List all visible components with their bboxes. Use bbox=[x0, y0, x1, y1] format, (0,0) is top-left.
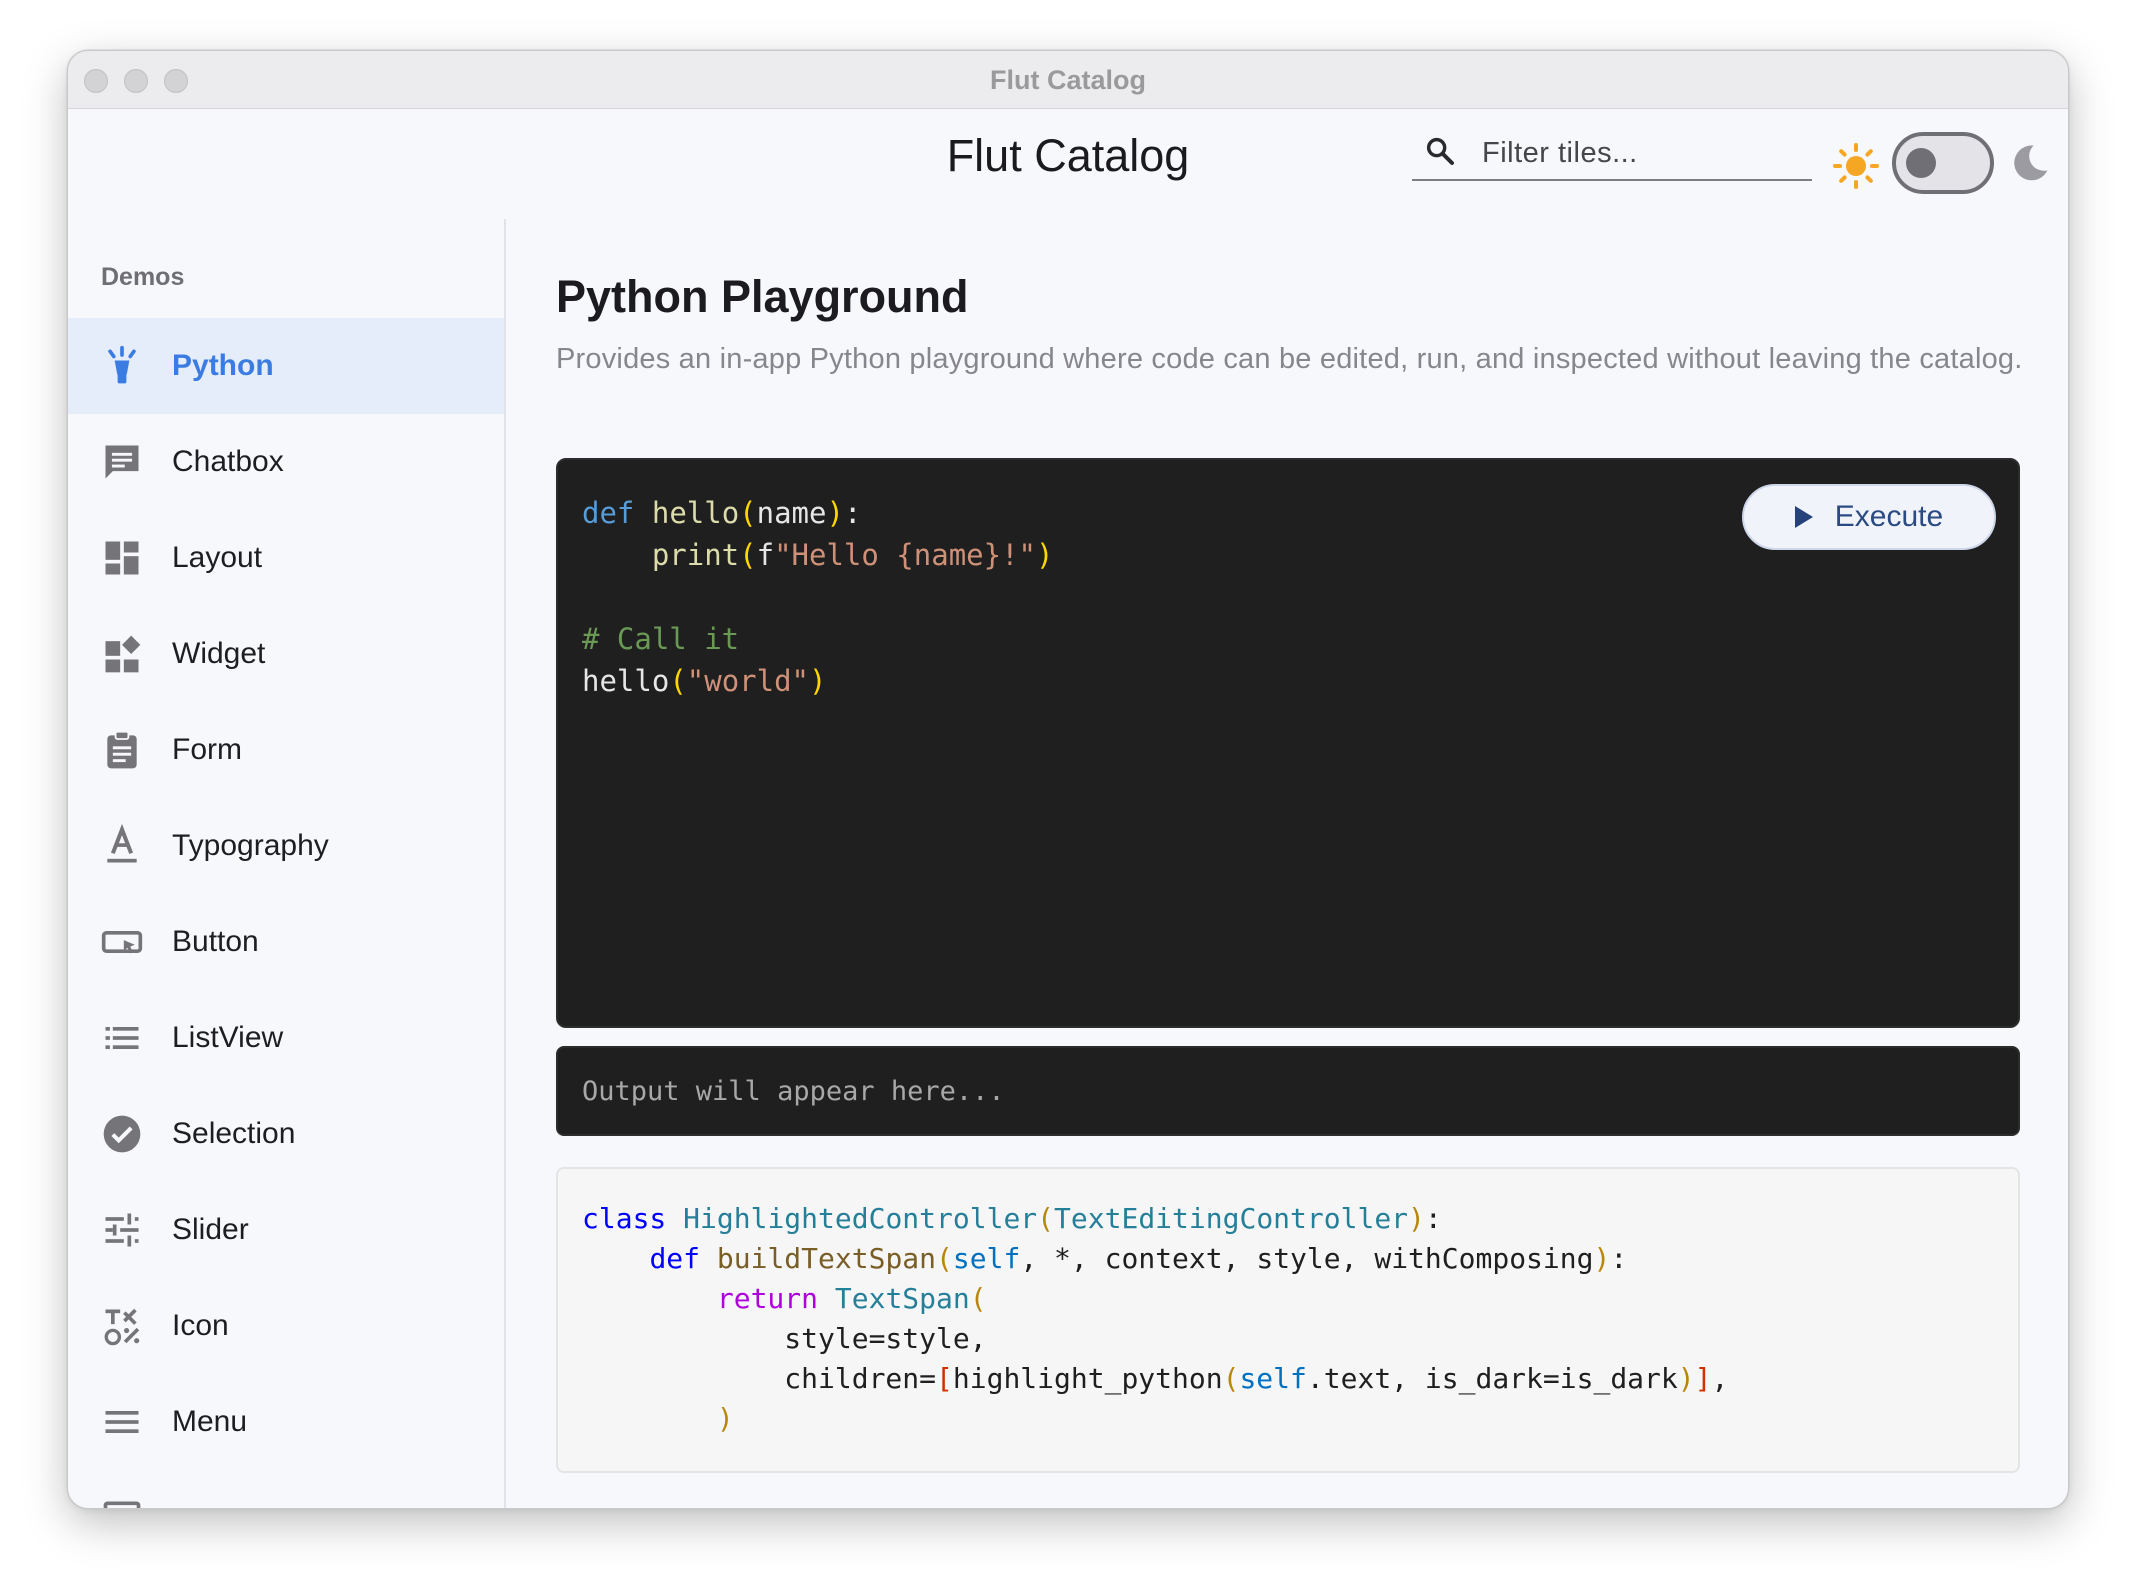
python-icon bbox=[108, 345, 136, 384]
chat-icon bbox=[105, 445, 139, 479]
play-icon bbox=[1794, 506, 1813, 528]
tune-icon bbox=[105, 1213, 139, 1247]
filter-search[interactable] bbox=[1412, 129, 1812, 181]
sidebar-item-label: Chatbox bbox=[172, 445, 284, 478]
menu-icon bbox=[105, 1411, 139, 1433]
sidebar-section-title: Demos bbox=[101, 263, 185, 291]
sidebar-item-label: Python bbox=[172, 349, 274, 382]
text-format-icon bbox=[107, 824, 137, 863]
sidebar-item-button[interactable]: Button bbox=[68, 894, 504, 990]
sidebar-nav: Python Chatbox Layout Widget Form Typogr… bbox=[68, 318, 504, 1508]
symbols-icon bbox=[104, 1308, 140, 1346]
dashboard-icon bbox=[105, 541, 139, 575]
sidebar-item-layout[interactable]: Layout bbox=[68, 510, 504, 606]
sidebar-item-icon[interactable]: Icon bbox=[68, 1278, 504, 1374]
sidebar-item-label: Widget bbox=[172, 637, 266, 670]
moon-icon bbox=[2014, 145, 2048, 181]
main-content: Python Playground Provides an in-app Pyt… bbox=[556, 219, 2022, 1508]
output-panel: Output will appear here... bbox=[556, 1046, 2020, 1136]
sidebar-item-python[interactable]: Python bbox=[68, 318, 504, 414]
editor-code[interactable]: def hello(name): print(f"Hello {name}!")… bbox=[582, 492, 1053, 702]
sidebar-item-partial[interactable] bbox=[68, 1470, 504, 1508]
widgets-icon bbox=[105, 635, 141, 673]
page-title: Python Playground bbox=[556, 271, 969, 322]
clipboard-icon bbox=[107, 730, 137, 769]
sidebar-item-label: Form bbox=[172, 733, 242, 766]
sidebar-item-slider[interactable]: Slider bbox=[68, 1182, 504, 1278]
search-icon bbox=[1426, 137, 1454, 165]
toggle-knob bbox=[1906, 148, 1936, 178]
snippet-code: class HighlightedController(TextEditingC… bbox=[582, 1202, 1729, 1435]
page-description: Provides an in-app Python playground whe… bbox=[556, 343, 2023, 375]
sidebar-item-label: Typography bbox=[172, 829, 329, 862]
execute-button[interactable]: Execute bbox=[1742, 484, 1996, 550]
check-circle-icon bbox=[103, 1115, 141, 1153]
window-title: Flut Catalog bbox=[990, 65, 1146, 95]
sidebar-item-label: Button bbox=[172, 925, 259, 958]
sidebar-item-selection[interactable]: Selection bbox=[68, 1086, 504, 1182]
sidebar-item-label: Menu bbox=[172, 1405, 248, 1438]
sidebar-item-chatbox[interactable]: Chatbox bbox=[68, 414, 504, 510]
sidebar-item-label: ListView bbox=[172, 1021, 284, 1054]
sidebar-item-label: Slider bbox=[172, 1213, 249, 1246]
code-snippet: class HighlightedController(TextEditingC… bbox=[556, 1167, 2020, 1473]
sidebar-item-label: Selection bbox=[172, 1117, 296, 1150]
theme-toggle[interactable] bbox=[1892, 132, 1994, 194]
sidebar-item-label: Icon bbox=[172, 1309, 229, 1342]
sidebar-item-widget[interactable]: Widget bbox=[68, 606, 504, 702]
execute-label: Execute bbox=[1834, 500, 1944, 533]
sun-icon bbox=[1833, 143, 1879, 189]
output-placeholder: Output will appear here... bbox=[582, 1076, 1005, 1107]
sidebar-item-typography[interactable]: Typography bbox=[68, 798, 504, 894]
sidebar-item-form[interactable]: Form bbox=[68, 702, 504, 798]
sidebar-item-menu[interactable]: Menu bbox=[68, 1374, 504, 1470]
list-icon bbox=[105, 1027, 139, 1049]
sidebar-item-listview[interactable]: ListView bbox=[68, 990, 504, 1086]
sidebar: Demos Python Chatbox Layout Widget Form … bbox=[68, 219, 506, 1508]
sidebar-item-label: Layout bbox=[172, 541, 263, 574]
table-icon bbox=[103, 1501, 141, 1508]
app-window: Flut Catalog Flut Catalog Demos bbox=[68, 51, 2068, 1508]
code-editor[interactable]: def hello(name): print(f"Hello {name}!")… bbox=[556, 458, 2020, 1028]
filter-input[interactable] bbox=[1482, 129, 1802, 177]
button-icon bbox=[101, 931, 143, 954]
title-bar: Flut Catalog bbox=[68, 51, 2068, 109]
